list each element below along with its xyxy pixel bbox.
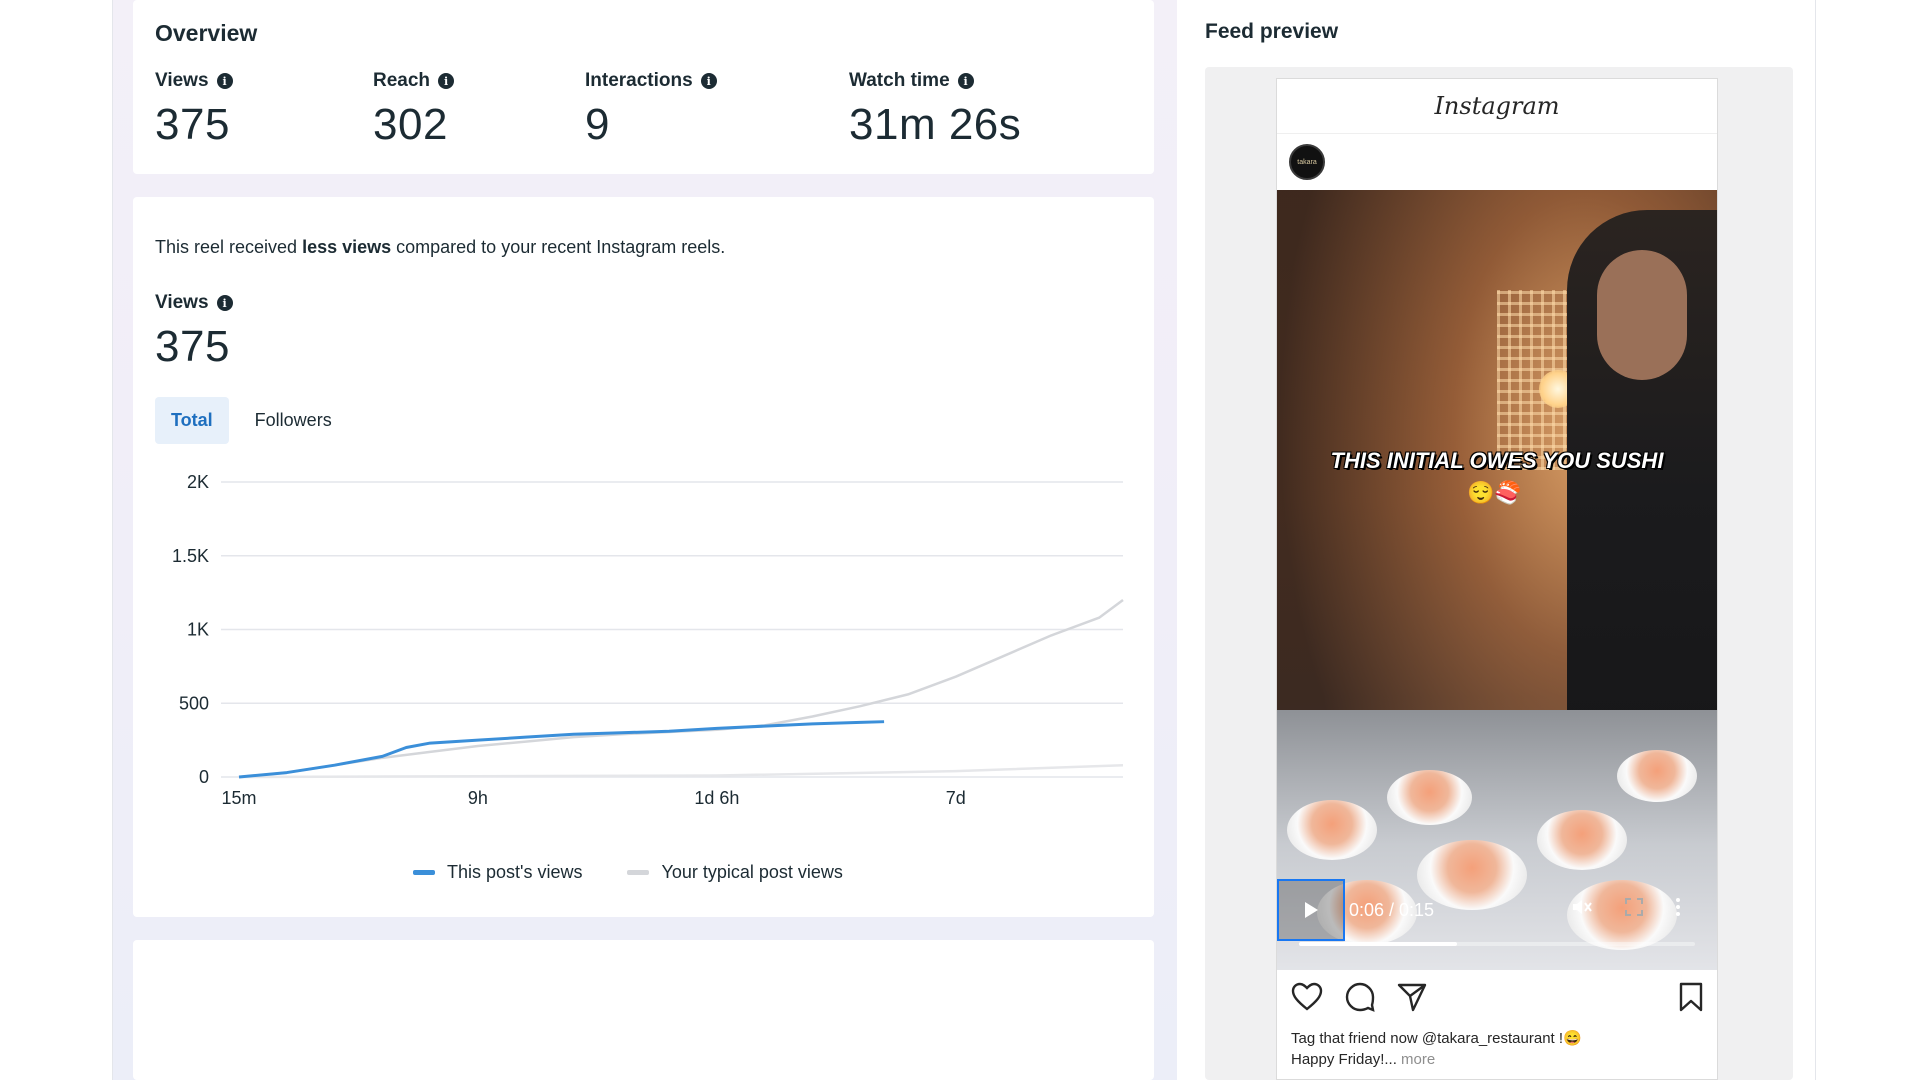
- legend-swatch: [627, 870, 650, 875]
- overview-title: Overview: [155, 20, 258, 46]
- left-gutter: [0, 0, 112, 1080]
- more-link[interactable]: more: [1401, 1051, 1435, 1068]
- x-tick-label: 9h: [468, 788, 488, 808]
- series-line-baseline: [238, 763, 1124, 779]
- metric-value: 375: [155, 100, 230, 149]
- x-tick-label: 15m: [221, 788, 256, 808]
- bookmark-icon[interactable]: [1679, 982, 1703, 1017]
- post-actions: [1277, 970, 1717, 1028]
- legend-label: This post's views: [447, 862, 583, 882]
- legend-item-this-post[interactable]: This post's views: [413, 862, 582, 883]
- metric-label: Reach: [373, 70, 431, 91]
- sushi-bowl: [1387, 770, 1472, 825]
- comparison-emphasis: less views: [302, 237, 392, 257]
- play-icon: [1305, 902, 1318, 918]
- y-tick-label: 2K: [187, 472, 209, 492]
- sushi-bowl: [1287, 800, 1377, 860]
- x-tick-label: 7d: [946, 788, 966, 808]
- views-chart-card: This reel received less views compared t…: [133, 197, 1154, 917]
- metric-reach: Reach i 302: [373, 70, 455, 150]
- overview-card: Overview Views i 375 Reach i 302 Interac…: [133, 0, 1154, 174]
- comment-icon[interactable]: [1345, 982, 1375, 1017]
- info-icon[interactable]: i: [216, 295, 233, 311]
- y-tick-label: 0: [199, 767, 209, 787]
- feed-preview-title: Feed preview: [1205, 20, 1339, 43]
- post-caption: Tag that friend now @takara_restaurant !…: [1277, 1028, 1717, 1070]
- legend-item-typical[interactable]: Your typical post views: [627, 862, 843, 883]
- info-icon[interactable]: i: [700, 73, 717, 89]
- legend-label: Your typical post views: [661, 862, 843, 882]
- reel-video[interactable]: THIS INITIAL OWES YOU SUSHI 😌🍣 0:06 / 0:…: [1277, 190, 1717, 970]
- instagram-logo: Instagram: [1434, 92, 1560, 120]
- metric-value: 9: [585, 100, 610, 149]
- info-icon[interactable]: i: [216, 73, 233, 89]
- views-label: Views: [155, 292, 209, 313]
- info-icon[interactable]: i: [957, 73, 974, 89]
- tab-total[interactable]: Total: [155, 397, 229, 444]
- metric-label: Views: [155, 70, 209, 91]
- y-tick-label: 1K: [187, 620, 209, 640]
- post-author-row: takara: [1277, 134, 1717, 190]
- video-progress-bar[interactable]: [1299, 942, 1695, 946]
- person-face: [1597, 250, 1687, 380]
- comparison-suffix: compared to your recent Instagram reels.: [391, 237, 726, 257]
- reel-caption-overlay: THIS INITIAL OWES YOU SUSHI: [1330, 448, 1664, 473]
- video-time: 0:06 / 0:15: [1349, 899, 1435, 920]
- caption-text: Happy Friday!...: [1291, 1051, 1397, 1068]
- y-tick-label: 500: [179, 693, 209, 713]
- tab-followers[interactable]: Followers: [239, 397, 348, 444]
- comparison-prefix: This reel received: [155, 237, 303, 257]
- metric-value: 302: [373, 100, 448, 149]
- legend-swatch: [413, 870, 435, 875]
- metric-label: Watch time: [849, 70, 950, 91]
- reel-overlay-emoji: 😌🍣: [1467, 480, 1522, 505]
- metric-label: Interactions: [585, 70, 693, 91]
- audience-tabs: Total Followers: [155, 397, 348, 444]
- x-tick-label: 1d 6h: [694, 788, 739, 808]
- sushi-bowl: [1617, 750, 1697, 802]
- metric-interactions: Interactions i 9: [585, 70, 717, 150]
- series-line-typical: [238, 598, 1124, 779]
- play-button[interactable]: [1277, 879, 1345, 941]
- info-icon[interactable]: i: [438, 73, 455, 89]
- video-controls: 0:06 / 0:15: [1277, 879, 1717, 941]
- chart-legend: This post's views Your typical post view…: [413, 862, 843, 883]
- metric-views: Views i 375: [155, 70, 233, 150]
- metric-value: 31m 26s: [849, 100, 1022, 149]
- right-divider: [1815, 0, 1816, 1080]
- series-line-this-post: [238, 720, 885, 779]
- caption-line-2: Happy Friday!... more: [1291, 1049, 1703, 1070]
- mute-icon[interactable]: [1571, 897, 1593, 923]
- fullscreen-icon[interactable]: [1625, 898, 1643, 922]
- sushi-bowl: [1537, 810, 1627, 870]
- caption-line: Tag that friend now @takara_restaurant !…: [1291, 1030, 1582, 1047]
- avatar[interactable]: takara: [1289, 144, 1325, 180]
- comparison-message: This reel received less views compared t…: [155, 237, 725, 258]
- views-value: 375: [155, 322, 230, 371]
- share-icon[interactable]: [1397, 982, 1427, 1017]
- y-tick-label: 1.5K: [172, 546, 209, 566]
- views-line-chart: 0 500 1K 1.5K 2K 15m 9h 1d 6h 7d: [172, 472, 1124, 808]
- heart-icon[interactable]: [1291, 982, 1323, 1017]
- video-progress-fill: [1299, 942, 1458, 946]
- bottom-card: [133, 940, 1154, 1080]
- instagram-post-preview: Instagram takara THIS INITIAL OWES YOU S…: [1276, 78, 1718, 1080]
- views-summary: Views i 375: [155, 292, 233, 372]
- metric-watch-time: Watch time i 31m 26s: [849, 70, 1021, 150]
- instagram-header: Instagram: [1277, 79, 1717, 134]
- more-options-icon[interactable]: [1675, 897, 1681, 923]
